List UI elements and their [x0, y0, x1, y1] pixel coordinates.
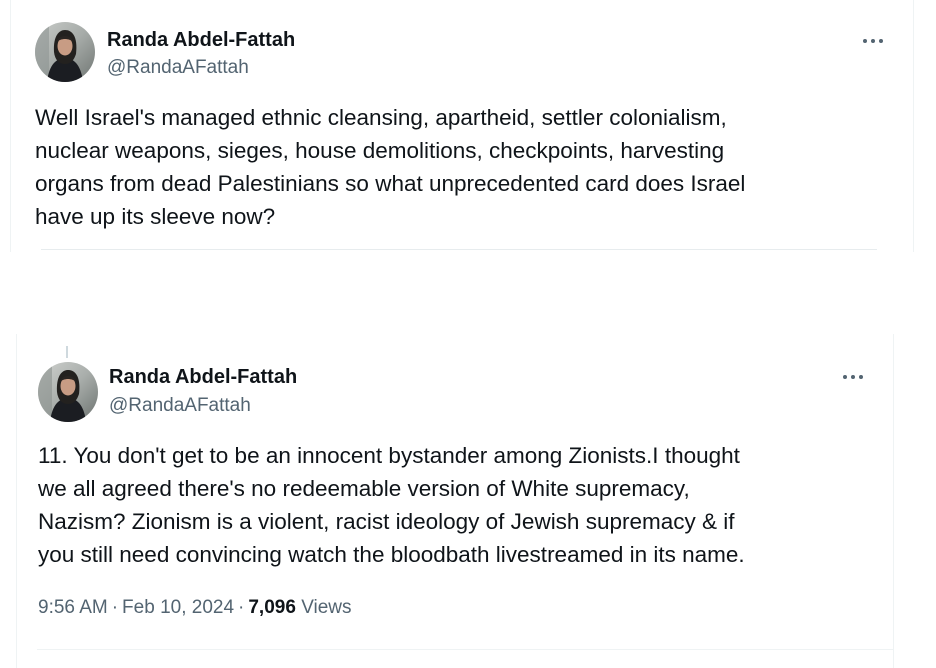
tweet-card-2[interactable]: Randa Abdel-Fattah @RandaAFattah 11. You… — [16, 334, 894, 668]
avatar-photo — [35, 22, 95, 82]
more-options-icon[interactable] — [863, 34, 883, 48]
tweet-text-line: have up its sleeve now? — [35, 204, 276, 229]
author-avatar[interactable] — [35, 22, 95, 82]
tweet-date[interactable]: Feb 10, 2024 — [122, 597, 234, 618]
tweet-text: Well Israel's managed ethnic cleansing, … — [35, 101, 745, 233]
more-options-icon[interactable] — [843, 370, 863, 384]
meta-separator: · — [238, 597, 245, 618]
views-label[interactable]: Views — [301, 597, 351, 618]
tweet-text-line: 11. You don't get to be an innocent byst… — [38, 443, 740, 468]
tweet-card-1[interactable]: Randa Abdel-Fattah @RandaAFattah Well Is… — [10, 0, 914, 252]
meta-separator: · — [111, 597, 119, 618]
author-handle[interactable]: @RandaAFattah — [107, 57, 249, 79]
tweet-text-line: nuclear weapons, sieges, house demolitio… — [35, 138, 725, 163]
tweet-text-line: Well Israel's managed ethnic cleansing, … — [35, 105, 727, 130]
tweet-time[interactable]: 9:56 AM — [38, 597, 108, 618]
tweet-text-line: you still need convincing watch the bloo… — [38, 542, 745, 567]
avatar-photo — [38, 362, 98, 422]
tweet-meta: 9:56 AM · Feb 10, 2024 · 7,096 Views — [38, 597, 352, 619]
views-count[interactable]: 7,096 — [248, 597, 296, 618]
divider — [41, 249, 877, 250]
author-name[interactable]: Randa Abdel-Fattah — [107, 29, 295, 52]
divider — [37, 649, 893, 650]
author-name[interactable]: Randa Abdel-Fattah — [109, 366, 297, 389]
tweet-text-line: Nazism? Zionism is a violent, racist ide… — [38, 509, 735, 534]
author-avatar[interactable] — [38, 362, 98, 422]
thread-connector — [66, 346, 68, 358]
tweet-text-line: we all agreed there's no redeemable vers… — [38, 476, 690, 501]
tweet-text-line: organs from dead Palestinians so what un… — [35, 171, 746, 196]
author-handle[interactable]: @RandaAFattah — [109, 395, 251, 417]
tweet-text: 11. You don't get to be an innocent byst… — [38, 439, 745, 571]
